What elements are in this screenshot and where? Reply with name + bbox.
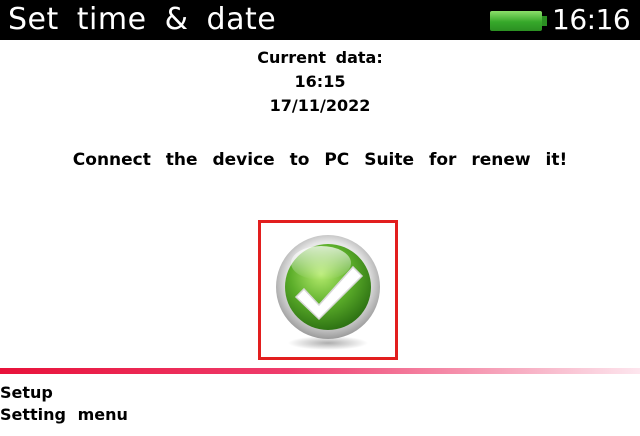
check-icon: [276, 235, 380, 350]
current-data-panel: Current data: 16:15 17/11/2022: [0, 46, 640, 118]
page-title: Set time & date: [8, 2, 277, 37]
instruction-text: Connect the device to PC Suite for renew…: [72, 150, 568, 170]
divider: [0, 368, 640, 374]
title-bar: Set time & date 16:16: [0, 0, 640, 40]
current-date: 17/11/2022: [269, 96, 371, 115]
clock: 16:16: [552, 3, 631, 36]
footer-line-setup: Setup: [0, 383, 53, 402]
battery-tip: [542, 16, 547, 26]
battery-icon: [490, 11, 542, 31]
footer: Setup Setting menu: [0, 382, 128, 426]
current-time: 16:15: [294, 72, 346, 91]
current-data-label: Current data:: [257, 48, 383, 67]
confirm-button[interactable]: [258, 220, 398, 360]
footer-line-menu: Setting menu: [0, 405, 128, 424]
